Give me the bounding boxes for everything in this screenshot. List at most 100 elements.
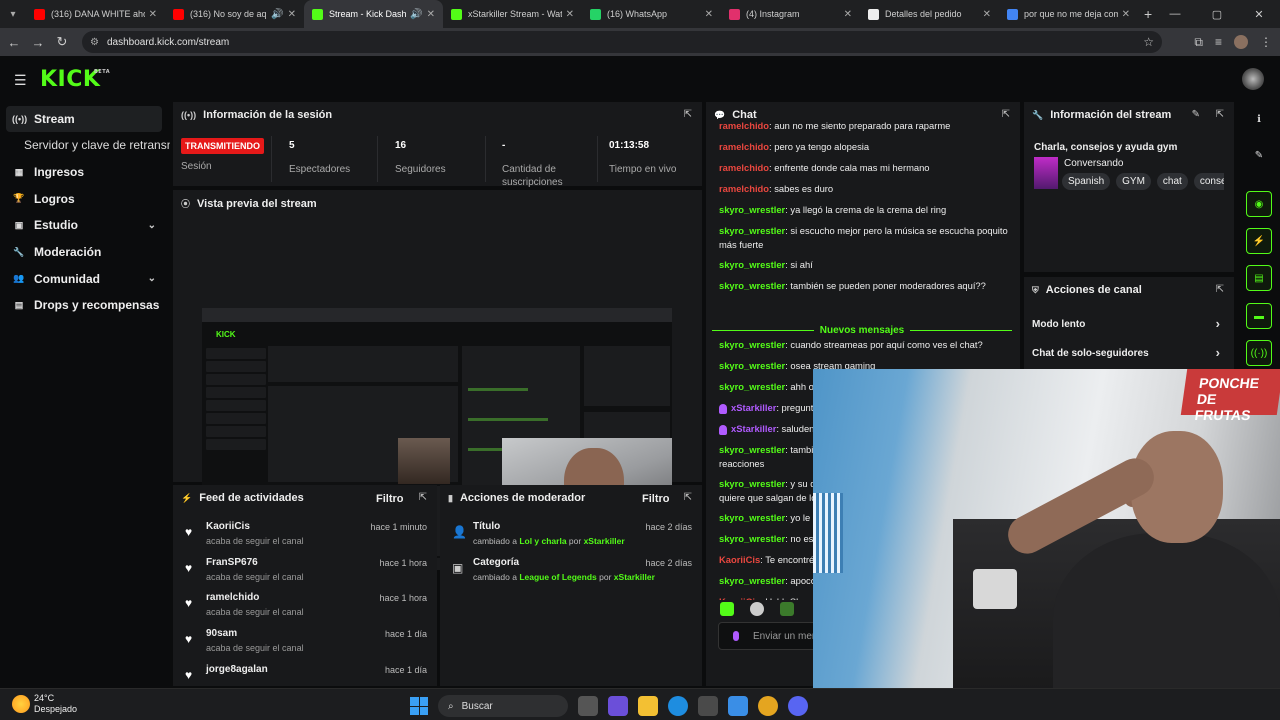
task-view-icon[interactable] [578, 696, 598, 716]
reload-icon[interactable]: ↻ [50, 34, 74, 50]
chrome-icon[interactable] [758, 696, 778, 716]
chat-icon[interactable]: ▬ [1246, 303, 1272, 329]
kick-logo[interactable]: KICK BETA [40, 67, 110, 92]
tab-close-icon[interactable]: ✕ [288, 9, 296, 20]
mail-icon[interactable] [728, 696, 748, 716]
chat-username[interactable]: skyro_wrestler [719, 478, 785, 489]
info-icon[interactable]: ℹ [1246, 106, 1272, 132]
globe-emote-icon[interactable] [750, 602, 764, 616]
discord-icon[interactable] [788, 696, 808, 716]
chat-username[interactable]: skyro_wrestler [719, 575, 785, 586]
expand-icon[interactable]: ⇱ [684, 492, 692, 503]
menu-icon[interactable]: ⋮ [1260, 35, 1272, 49]
sidebar-item-stream[interactable]: ((•)) Stream [6, 106, 162, 132]
chat-username[interactable]: xStarkiller [731, 423, 776, 434]
hamburger-menu-icon[interactable]: ☰ [14, 72, 27, 89]
pencil-icon[interactable]: ✎ [1246, 142, 1272, 168]
forward-icon[interactable]: → [26, 35, 50, 50]
stream-tag[interactable]: Spanish [1062, 173, 1111, 190]
user-avatar[interactable] [1242, 68, 1264, 90]
chat-username[interactable]: skyro_wrestler [719, 381, 785, 392]
camera-icon[interactable]: ◉ [1246, 191, 1272, 217]
sidebar-item-estudio[interactable]: ▣ Estudio ⌄ [0, 212, 170, 239]
windows-start-icon[interactable] [410, 697, 428, 715]
chat-username[interactable]: skyro_wrestler [719, 533, 785, 544]
activity-item[interactable]: ♥ ramelchido hace 1 hora acaba de seguir el… [173, 592, 437, 628]
browser-tab[interactable]: xStarkiller Stream - Watch ✕ [443, 0, 582, 28]
audio-icon[interactable]: 🔊 [410, 9, 422, 20]
taskbar-search[interactable]: ⌕ Buscar [438, 695, 568, 717]
expand-icon[interactable]: ⇱ [1216, 284, 1224, 295]
chat-username[interactable]: KaoriiCis [719, 554, 760, 565]
stream-tag[interactable]: consejos [1193, 173, 1224, 190]
browser-tab[interactable]: Detalles del pedido ✕ [860, 0, 999, 28]
modaction-item[interactable]: ▣ Categoría hace 2 días cambiado a League o… [440, 557, 702, 593]
chat-username[interactable]: skyro_wrestler [719, 259, 785, 270]
weather-widget[interactable]: 24°C Despejado [12, 693, 77, 715]
chat-username[interactable]: xStarkiller [731, 402, 776, 413]
bolt-icon[interactable]: ⚡ [1246, 228, 1272, 254]
copilot-icon[interactable] [608, 696, 628, 716]
tab-close-icon[interactable]: ✕ [149, 9, 157, 20]
store-icon[interactable] [698, 696, 718, 716]
expand-icon[interactable]: ⇱ [1002, 109, 1010, 120]
chat-username[interactable]: ramelchido [719, 183, 769, 194]
sticker-emote-icon[interactable] [780, 602, 794, 616]
url-text[interactable]: dashboard.kick.com/stream [107, 37, 229, 48]
browser-tab[interactable]: (4) Instagram ✕ [721, 0, 860, 28]
chat-username[interactable]: skyro_wrestler [719, 225, 785, 236]
back-icon[interactable]: ← [2, 35, 26, 50]
edge-icon[interactable] [668, 696, 688, 716]
sidebar-item-ingresos[interactable]: ▦ Ingresos [0, 159, 170, 186]
chat-username[interactable]: skyro_wrestler [719, 360, 785, 371]
chat-username[interactable]: skyro_wrestler [719, 339, 785, 350]
maximize-icon[interactable]: ▢ [1196, 8, 1238, 21]
browser-tab[interactable]: Stream - Kick Dashbo🔊 ✕ [304, 0, 443, 28]
tab-search-icon[interactable]: ▾ [0, 0, 26, 28]
activity-item[interactable]: ♥ KaoriiCis hace 1 minuto acaba de seguir e… [173, 521, 437, 557]
chat-username[interactable]: ramelchido [719, 120, 769, 131]
close-window-icon[interactable]: ✕ [1238, 8, 1280, 21]
feed-filter-button[interactable]: Filtro [376, 493, 404, 505]
stream-tag[interactable]: GYM [1116, 173, 1151, 190]
sidebar-item-moderación[interactable]: 🔧 Moderación [0, 239, 170, 266]
kick-emote-icon[interactable] [720, 602, 734, 616]
tab-close-icon[interactable]: ✕ [1122, 9, 1130, 20]
file-explorer-icon[interactable] [638, 696, 658, 716]
modaction-item[interactable]: 👤 Título hace 2 días cambiado a Lol y charl… [440, 521, 702, 557]
browser-tab[interactable]: (16) WhatsApp ✕ [582, 0, 721, 28]
extensions-icon[interactable]: ⧉ [1194, 35, 1203, 50]
profile-icon[interactable] [1234, 35, 1248, 49]
expand-icon[interactable]: ⇱ [684, 109, 692, 120]
omnibox[interactable]: ⚙ dashboard.kick.com/stream ☆ [82, 31, 1162, 53]
slow-mode-action[interactable]: Modo lento › [1024, 311, 1228, 339]
tab-close-icon[interactable]: ✕ [427, 9, 435, 20]
browser-tab[interactable]: (316) DANA WHITE ahora ✕ [26, 0, 165, 28]
sidebar-item-comunidad[interactable]: 👥 Comunidad ⌄ [0, 265, 170, 292]
tab-close-icon[interactable]: ✕ [705, 9, 713, 20]
radio-icon[interactable]: ((·)) [1246, 340, 1272, 366]
tab-close-icon[interactable]: ✕ [983, 9, 991, 20]
sidebar-item-logros[interactable]: 🏆 Logros [0, 185, 170, 212]
stream-tag[interactable]: chat [1156, 173, 1188, 190]
chat-username[interactable]: ramelchido [719, 141, 769, 152]
chat-username[interactable]: ramelchido [719, 162, 769, 173]
chat-username[interactable]: skyro_wrestler [719, 204, 785, 215]
bookmark-star-icon[interactable]: ☆ [1143, 35, 1154, 49]
followers-only-action[interactable]: Chat de solo-seguidores › [1024, 340, 1228, 368]
tab-close-icon[interactable]: ✕ [844, 9, 852, 20]
chat-username[interactable]: skyro_wrestler [719, 444, 785, 455]
chat-username[interactable]: skyro_wrestler [719, 512, 785, 523]
minimize-icon[interactable]: — [1154, 8, 1196, 20]
activity-item[interactable]: ♥ 90sam hace 1 día acaba de seguir el canal [173, 628, 437, 664]
chat-username[interactable]: skyro_wrestler [719, 280, 785, 291]
activity-item[interactable]: ♥ FranSP676 hace 1 hora acaba de seguir el … [173, 557, 437, 593]
sidebar-item-drops[interactable]: ▤ Drops y recompensas [0, 292, 170, 319]
audio-icon[interactable]: 🔊 [271, 9, 283, 20]
browser-tab[interactable]: (316) No soy de aquí, ni s 🔊 ✕ [165, 0, 304, 28]
chat-username[interactable]: KaoriiCis [719, 596, 760, 600]
clipboard-icon[interactable]: ▤ [1246, 265, 1272, 291]
tab-close-icon[interactable]: ✕ [566, 9, 574, 20]
media-control-icon[interactable]: ≡ [1215, 35, 1222, 49]
site-info-icon[interactable]: ⚙ [90, 37, 99, 48]
